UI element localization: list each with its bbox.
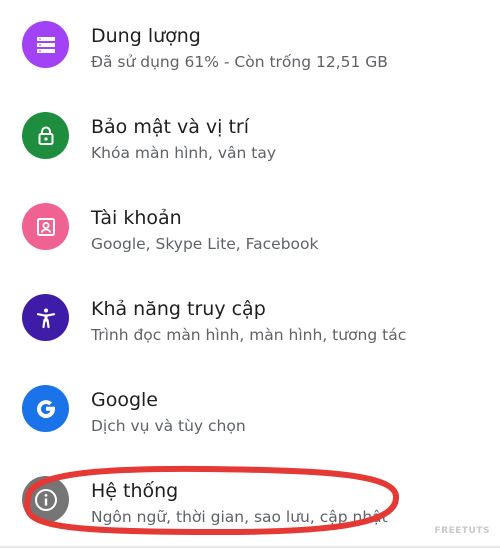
settings-item-storage[interactable]: Dung lượng Đã sử dụng 61% - Còn trống 12…	[0, 0, 500, 91]
info-icon	[22, 476, 69, 523]
accessibility-icon	[22, 294, 69, 341]
settings-item-subtitle: Dịch vụ và tùy chọn	[91, 417, 246, 435]
google-g-icon	[22, 385, 69, 432]
settings-item-security[interactable]: Bảo mật và vị trí Khóa màn hình, vân tay	[0, 91, 500, 182]
settings-item-title: Bảo mật và vị trí	[91, 116, 250, 138]
settings-item-subtitle: Đã sử dụng 61% - Còn trống 12,51 GB	[91, 53, 388, 71]
settings-item-title: Tài khoản	[91, 207, 182, 229]
settings-item-subtitle: Ngôn ngữ, thời gian, sao lưu, cập nhật	[91, 508, 388, 526]
lock-icon	[22, 112, 69, 159]
settings-item-subtitle: Google, Skype Lite, Facebook	[91, 235, 319, 253]
settings-item-accounts[interactable]: Tài khoản Google, Skype Lite, Facebook	[0, 182, 500, 273]
watermark: FREETUTS	[434, 526, 490, 536]
settings-item-title: Khả năng truy cập	[91, 298, 266, 320]
settings-item-subtitle: Trình đọc màn hình, màn hình, tương tác	[91, 326, 407, 344]
storage-icon	[22, 21, 69, 68]
settings-item-title: Google	[91, 389, 159, 411]
settings-item-system[interactable]: Hệ thống Ngôn ngữ, thời gian, sao lưu, c…	[0, 455, 500, 546]
settings-item-title: Hệ thống	[91, 480, 179, 502]
settings-item-accessibility[interactable]: Khả năng truy cập Trình đọc màn hình, mà…	[0, 273, 500, 364]
settings-item-subtitle: Khóa màn hình, vân tay	[91, 144, 277, 162]
settings-item-title: Dung lượng	[91, 25, 201, 47]
settings-item-google[interactable]: Google Dịch vụ và tùy chọn	[0, 364, 500, 455]
settings-screen: Dung lượng Đã sử dụng 61% - Còn trống 12…	[0, 0, 500, 548]
account-box-icon	[22, 203, 69, 250]
